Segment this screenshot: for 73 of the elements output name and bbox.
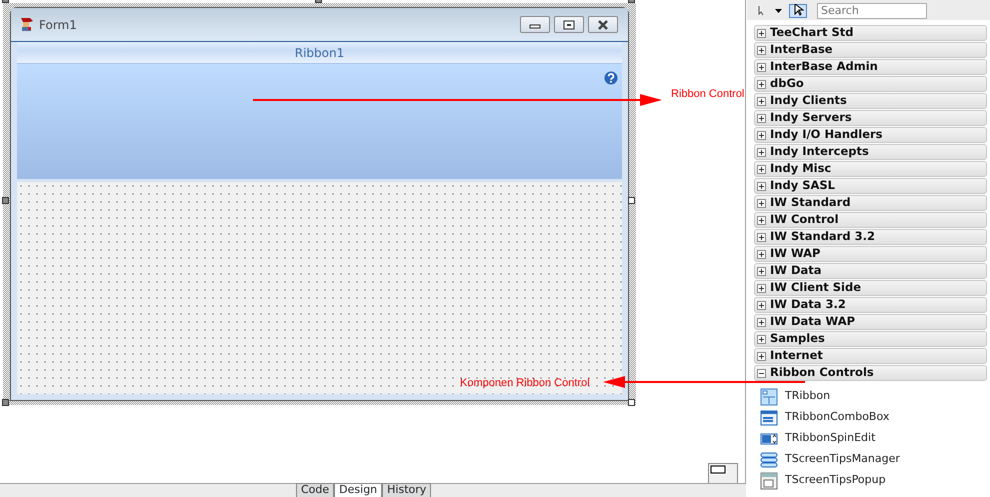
palette-item[interactable]: TScreenTipsManager bbox=[747, 449, 990, 470]
help-icon[interactable] bbox=[604, 70, 618, 85]
expand-icon[interactable] bbox=[757, 164, 766, 174]
resize-handle[interactable] bbox=[628, 197, 635, 204]
palette-category[interactable]: Samples bbox=[754, 331, 987, 347]
editor-tab[interactable]: Design bbox=[334, 483, 382, 497]
pointer-icon[interactable] bbox=[789, 4, 807, 18]
annotation-label: Ribbon Control bbox=[671, 87, 744, 102]
palette-item[interactable]: TScreenTipsPopup bbox=[747, 470, 990, 491]
ribbon-component-icon bbox=[760, 388, 778, 406]
maximize-button[interactable] bbox=[554, 16, 584, 33]
expand-icon[interactable] bbox=[757, 80, 766, 88]
search-field[interactable]: Search bbox=[817, 3, 927, 19]
app-icon bbox=[19, 16, 35, 32]
expand-icon[interactable] bbox=[757, 148, 766, 156]
popup-window-icon bbox=[760, 472, 778, 490]
close-button[interactable] bbox=[588, 16, 618, 33]
palette-category[interactable]: IW Data WAP bbox=[754, 314, 987, 330]
expand-icon[interactable] bbox=[757, 334, 766, 344]
expand-icon[interactable] bbox=[757, 130, 766, 140]
annotation-label: Komponen Ribbon Control bbox=[460, 376, 590, 391]
palette-item[interactable]: TRibbon bbox=[747, 386, 990, 407]
window-title: Form1 bbox=[39, 16, 77, 34]
palette-category[interactable]: Indy Misc bbox=[754, 161, 987, 177]
editor-tab[interactable]: History bbox=[382, 483, 432, 497]
palette-category[interactable]: Internet bbox=[754, 348, 987, 364]
palette-category[interactable]: Indy SASL bbox=[754, 178, 987, 194]
close-icon bbox=[595, 18, 611, 30]
expand-icon[interactable] bbox=[757, 216, 766, 224]
editor-tab[interactable]: Code bbox=[296, 483, 334, 497]
palette-category[interactable]: Indy Clients bbox=[754, 93, 987, 109]
palette-category[interactable]: Indy Intercepts bbox=[754, 144, 987, 160]
expand-icon[interactable] bbox=[757, 284, 766, 292]
resize-handle[interactable] bbox=[2, 399, 9, 406]
list-icon bbox=[760, 450, 778, 468]
palette-category[interactable]: dbGo bbox=[754, 76, 987, 92]
palette-item[interactable]: TRibbonComboBox bbox=[747, 407, 990, 428]
collapse-icon[interactable] bbox=[757, 368, 766, 378]
expand-icon[interactable] bbox=[757, 182, 766, 190]
component-icon[interactable] bbox=[708, 463, 738, 484]
expand-icon[interactable] bbox=[757, 96, 766, 106]
expand-icon[interactable] bbox=[757, 62, 766, 72]
resize-handle[interactable] bbox=[628, 399, 635, 406]
palette-category[interactable]: IW Data 3.2 bbox=[754, 297, 987, 313]
combobox-icon bbox=[760, 408, 778, 426]
palette-item[interactable]: TRibbonSpinEdit bbox=[747, 428, 990, 449]
expand-icon[interactable] bbox=[757, 46, 766, 54]
palette-category[interactable]: IW Client Side bbox=[754, 280, 987, 296]
resize-handle[interactable] bbox=[2, 197, 9, 204]
expand-icon[interactable] bbox=[757, 198, 766, 208]
palette-category[interactable]: IW Standard 3.2 bbox=[754, 229, 987, 245]
expand-icon[interactable] bbox=[757, 114, 766, 122]
expand-icon[interactable] bbox=[757, 232, 766, 242]
minimize-button[interactable] bbox=[520, 16, 550, 33]
palette-category[interactable]: IW Standard bbox=[754, 195, 987, 211]
palette-category[interactable]: Indy Servers bbox=[754, 110, 987, 126]
expand-icon[interactable] bbox=[757, 318, 766, 326]
palette-category[interactable]: InterBase Admin bbox=[754, 59, 987, 75]
palette-category[interactable]: IW Control bbox=[754, 212, 987, 228]
expand-icon[interactable] bbox=[757, 300, 766, 310]
palette-category[interactable]: InterBase bbox=[754, 42, 987, 58]
expand-icon[interactable] bbox=[757, 28, 766, 38]
palette-category[interactable]: IW WAP bbox=[754, 246, 987, 262]
palette-category[interactable]: Ribbon Controls bbox=[754, 365, 987, 381]
maximize-icon bbox=[561, 18, 577, 30]
ribbon-caption: Ribbon1 bbox=[17, 42, 622, 64]
expand-icon[interactable] bbox=[757, 352, 766, 360]
expand-icon[interactable] bbox=[757, 266, 766, 276]
cursor-icon[interactable] bbox=[757, 6, 785, 16]
palette-category[interactable]: IW Data bbox=[754, 263, 987, 279]
palette-category[interactable]: TeeChart Std bbox=[754, 25, 987, 41]
palette-category[interactable]: Indy I/O Handlers bbox=[754, 127, 987, 143]
expand-icon[interactable] bbox=[757, 250, 766, 258]
